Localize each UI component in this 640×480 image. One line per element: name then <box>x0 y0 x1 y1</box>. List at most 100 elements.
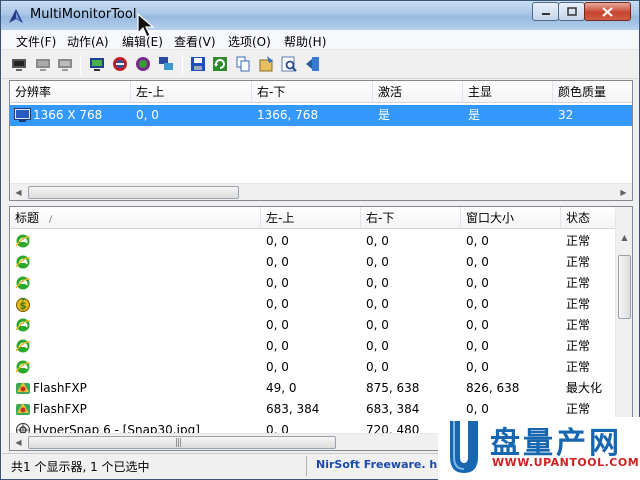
enable-all-icon[interactable] <box>135 56 151 72</box>
cell-title <box>28 231 261 252</box>
cell-window-size: 0, 0 <box>466 339 489 353</box>
watermark-logo: 盘量产网 WWW.UPANTOOL.COM <box>438 417 640 480</box>
cell-window-size: 0, 0 <box>466 234 489 248</box>
window-row[interactable]: 0, 0 0, 0 0, 0 正常 <box>10 273 632 294</box>
cell-title <box>28 273 261 294</box>
vscroll-thumb[interactable] <box>618 255 631 319</box>
monitor-row[interactable]: 1366 X 768 0, 0 1366, 768 是 是 32 <box>10 105 632 126</box>
u-logo-icon <box>450 421 478 473</box>
col-title[interactable]: 标题 / <box>10 207 261 229</box>
cell-primary: 是 <box>468 108 481 122</box>
menu-help[interactable]: 帮助(H) <box>284 33 326 50</box>
cell-right-bottom: 0, 0 <box>366 234 389 248</box>
col-color-depth[interactable]: 颜色质量 <box>553 81 632 103</box>
save-icon[interactable] <box>190 56 206 72</box>
maximize-button[interactable] <box>558 2 585 21</box>
monitor-list[interactable]: 分辨率 左-上 右-下 激活 主显 颜色质量 1366 X 768 0, 0 1… <box>9 80 633 201</box>
scroll-right-button[interactable]: ▶ <box>615 184 632 200</box>
cell-right-bottom: 0, 0 <box>366 339 389 353</box>
col-left-top[interactable]: 左-上 <box>131 81 252 103</box>
status-divider <box>306 456 307 476</box>
window-row[interactable]: $0, 0 0, 0 0, 0 正常 <box>10 294 632 315</box>
nirsoft-link[interactable]: NirSoft Freeware. h <box>316 458 437 471</box>
col-right-bottom[interactable]: 右-下 <box>252 81 373 103</box>
cell-state: 正常 <box>566 234 591 248</box>
cell-window-size: 0, 0 <box>466 360 489 374</box>
cell-right-bottom: 0, 0 <box>366 255 389 269</box>
col-active[interactable]: 激活 <box>373 81 463 103</box>
cell-title <box>28 315 261 336</box>
minimize-button[interactable] <box>532 2 559 21</box>
col-win-right-bottom[interactable]: 右-下 <box>361 207 461 229</box>
col-win-size[interactable]: 窗口大小 <box>461 207 561 229</box>
window-row[interactable]: FlashFXP 49, 0 875, 638 826, 638 最大化 <box>10 378 632 399</box>
close-button[interactable] <box>584 2 631 21</box>
enable-monitor-icon[interactable] <box>35 56 51 72</box>
find-icon[interactable] <box>281 56 297 72</box>
monitor-list-header: 分辨率 左-上 右-下 激活 主显 颜色质量 <box>10 81 632 103</box>
title-bar[interactable]: MultiMonitorTool <box>1 1 639 30</box>
cell-left-top: 0, 0 <box>266 339 289 353</box>
toolbar <box>2 51 638 79</box>
identify-icon[interactable] <box>158 56 174 72</box>
window-row[interactable]: 0, 0 0, 0 0, 0 正常 <box>10 336 632 357</box>
disable-all-icon[interactable] <box>112 56 128 72</box>
cell-window-size: 0, 0 <box>466 297 489 311</box>
window-row[interactable]: 0, 0 0, 0 0, 0 正常 <box>10 231 632 252</box>
close-icon <box>602 6 613 17</box>
properties-icon[interactable] <box>258 56 274 72</box>
window-row[interactable]: 0, 0 0, 0 0, 0 正常 <box>10 315 632 336</box>
menu-view[interactable]: 查看(V) <box>174 33 216 50</box>
col-win-left-top[interactable]: 左-上 <box>261 207 361 229</box>
cell-state: 正常 <box>566 339 591 353</box>
cell-state: 正常 <box>566 360 591 374</box>
cell-right-bottom: 0, 0 <box>366 318 389 332</box>
refresh-icon[interactable] <box>212 56 228 72</box>
status-summary: 共1 个显示器, 1 个已选中 <box>11 460 150 474</box>
window-row[interactable]: 0, 0 0, 0 0, 0 正常 <box>10 357 632 378</box>
monitor-list-hscrollbar[interactable]: ◀ ▶ <box>10 183 632 200</box>
window-list[interactable]: 标题 / 左-上 右-下 窗口大小 状态 0, 0 0, 0 0, 0 正常 0, 0 0,… <box>9 206 633 451</box>
disable-monitor-icon[interactable] <box>11 56 27 72</box>
window-row[interactable]: 0, 0 0, 0 0, 0 正常 <box>10 252 632 273</box>
cell-left-top: 0, 0 <box>266 297 289 311</box>
menu-file[interactable]: 文件(F) <box>16 33 56 50</box>
cell-right-bottom: 0, 0 <box>366 297 389 311</box>
scroll-thumb[interactable] <box>28 186 239 199</box>
scroll-left-button[interactable]: ◀ <box>10 434 27 450</box>
exit-icon[interactable] <box>305 56 321 72</box>
col-title-label: 标题 <box>15 211 40 225</box>
scroll-left-button[interactable]: ◀ <box>10 184 27 200</box>
scroll-up-button[interactable]: ▲ <box>616 229 632 246</box>
set-primary-icon[interactable] <box>89 56 105 72</box>
scroll-thumb[interactable]: ||| <box>28 436 336 449</box>
copy-icon[interactable] <box>235 56 251 72</box>
cell-window-size: 0, 0 <box>466 276 489 290</box>
menu-action[interactable]: 动作(A) <box>67 33 109 50</box>
cell-left-top: 0, 0 <box>266 318 289 332</box>
cell-title <box>28 252 261 273</box>
col-resolution[interactable]: 分辨率 <box>10 81 131 103</box>
cell-left-top: 0, 0 <box>266 276 289 290</box>
cell-window-size: 0, 0 <box>466 318 489 332</box>
cell-state: 正常 <box>566 276 591 290</box>
watermark-url: WWW.UPANTOOL.COM <box>492 456 640 469</box>
cell-state: 最大化 <box>566 381 603 395</box>
col-win-state[interactable]: 状态 <box>561 207 617 229</box>
cell-title: FlashFXP <box>33 381 87 395</box>
cell-title <box>28 357 261 378</box>
switch-monitor-icon[interactable] <box>57 56 73 72</box>
cell-state: 正常 <box>566 255 591 269</box>
toolbar-separator <box>182 55 183 75</box>
cell-title: FlashFXP <box>33 402 87 416</box>
menu-options[interactable]: 选项(O) <box>228 33 271 50</box>
svg-text:$: $ <box>20 301 27 312</box>
cell-right-bottom: 0, 0 <box>366 360 389 374</box>
menu-bar: 文件(F) 动作(A) 编辑(E) 查看(V) 选项(O) 帮助(H) <box>2 30 638 50</box>
cell-right-bottom: 1366, 768 <box>257 108 319 122</box>
app-window: MultiMonitorTool 文件(F) 动作(A) 编辑(E) 查看(V)… <box>0 0 640 480</box>
toolbar-separator <box>80 55 81 75</box>
col-primary[interactable]: 主显 <box>463 81 553 103</box>
window-list-vscrollbar[interactable]: ▲ ▼ <box>615 207 632 450</box>
mouse-cursor-icon <box>137 13 155 38</box>
